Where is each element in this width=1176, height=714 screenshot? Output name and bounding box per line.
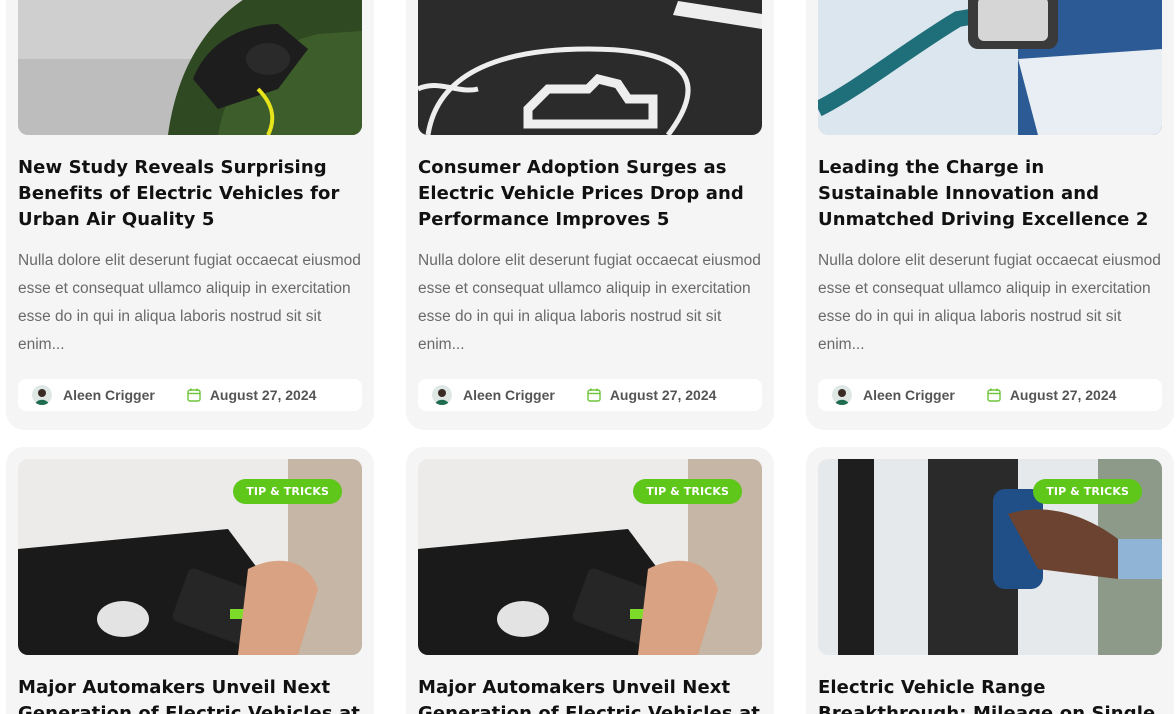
author-name[interactable]: Aleen Crigger	[63, 387, 155, 403]
post-card[interactable]: Consumer Adoption Surges as Electric Veh…	[406, 0, 774, 430]
post-title[interactable]: Major Automakers Unveil Next Generation …	[18, 675, 362, 714]
post-card[interactable]: TIP & TRICKS Electric Vehicle Range Brea…	[806, 447, 1174, 714]
post-thumbnail[interactable]	[18, 0, 362, 135]
post-title[interactable]: Leading the Charge in Sustainable Innova…	[818, 155, 1162, 233]
post-card[interactable]: TIP & TRICKS Major Automakers Unveil Nex…	[6, 447, 374, 714]
post-thumbnail[interactable]	[818, 0, 1162, 135]
post-title[interactable]: Major Automakers Unveil Next Generation …	[418, 675, 762, 714]
post-card[interactable]: New Study Reveals Surprising Benefits of…	[6, 0, 374, 430]
post-thumbnail[interactable]: TIP & TRICKS	[418, 459, 762, 655]
post-meta: Aleen Crigger August 27, 2024	[818, 379, 1162, 411]
category-badge[interactable]: TIP & TRICKS	[633, 479, 742, 504]
post-thumbnail[interactable]	[418, 0, 762, 135]
category-badge[interactable]: TIP & TRICKS	[233, 479, 342, 504]
ev-parking-image	[418, 0, 762, 135]
post-title[interactable]: New Study Reveals Surprising Benefits of…	[18, 155, 362, 233]
calendar-icon	[587, 388, 601, 402]
post-card[interactable]: Leading the Charge in Sustainable Innova…	[806, 0, 1174, 430]
post-date: August 27, 2024	[609, 387, 717, 403]
post-excerpt: Nulla dolore elit deserunt fugiat occaec…	[418, 252, 761, 353]
post-meta: Aleen Crigger August 27, 2024	[18, 379, 362, 411]
post-date: August 27, 2024	[1009, 387, 1117, 403]
category-badge[interactable]: TIP & TRICKS	[1033, 479, 1142, 504]
calendar-icon	[187, 388, 201, 402]
ev-charging-cable-image	[818, 0, 1162, 135]
post-thumbnail[interactable]: TIP & TRICKS	[18, 459, 362, 655]
author-avatar	[432, 385, 452, 405]
author-name[interactable]: Aleen Crigger	[463, 387, 555, 403]
post-title[interactable]: Consumer Adoption Surges as Electric Veh…	[418, 155, 762, 233]
post-card[interactable]: TIP & TRICKS Major Automakers Unveil Nex…	[406, 447, 774, 714]
author-avatar	[32, 385, 52, 405]
post-meta: Aleen Crigger August 27, 2024	[418, 379, 762, 411]
post-thumbnail[interactable]: TIP & TRICKS	[818, 459, 1162, 655]
post-excerpt: Nulla dolore elit deserunt fugiat occaec…	[818, 252, 1161, 353]
post-excerpt: Nulla dolore elit deserunt fugiat occaec…	[18, 252, 361, 353]
post-title[interactable]: Electric Vehicle Range Breakthrough: Mil…	[818, 675, 1162, 714]
calendar-icon	[987, 388, 1001, 402]
post-date: August 27, 2024	[209, 387, 317, 403]
author-avatar	[832, 385, 852, 405]
ev-charging-image	[18, 0, 362, 135]
author-name[interactable]: Aleen Crigger	[863, 387, 955, 403]
